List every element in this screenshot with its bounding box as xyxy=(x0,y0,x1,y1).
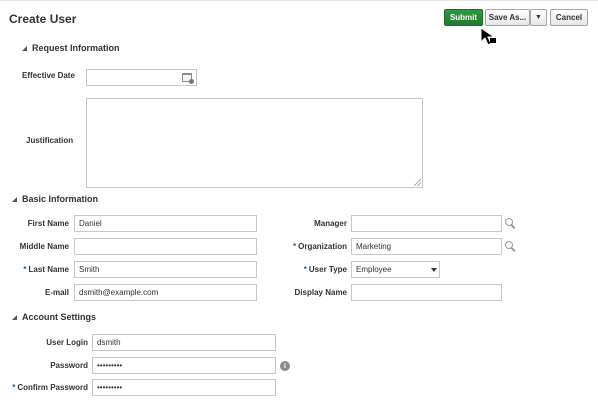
last-name-input[interactable]: Smith xyxy=(74,261,257,278)
password-label: Password xyxy=(50,361,88,370)
email-label: E-mail xyxy=(44,288,69,297)
effective-date-input[interactable] xyxy=(86,69,197,86)
mouse-cursor-icon xyxy=(480,27,496,46)
required-marker: * xyxy=(12,383,16,392)
chevron-down-icon xyxy=(431,268,437,272)
calendar-icon[interactable] xyxy=(182,73,194,84)
organization-input[interactable]: Marketing xyxy=(351,238,502,255)
justification-label: Justification xyxy=(26,136,74,145)
section-basic-information[interactable]: Basic Information xyxy=(12,194,98,204)
middle-name-input[interactable] xyxy=(74,238,257,255)
first-name-label: First Name xyxy=(27,219,69,228)
effective-date-label: Effective Date xyxy=(22,71,75,80)
user-login-input[interactable]: dsmith xyxy=(92,334,276,351)
collapse-triangle-icon xyxy=(12,314,17,320)
display-name-label: Display Name xyxy=(294,288,347,297)
middle-name-label: Middle Name xyxy=(19,242,69,251)
section-title: Account Settings xyxy=(22,312,97,322)
required-marker: * xyxy=(23,265,27,274)
section-title: Basic Information xyxy=(22,194,99,204)
submit-button[interactable]: Submit xyxy=(444,9,483,26)
cancel-button[interactable]: Cancel xyxy=(550,9,588,26)
display-name-input[interactable] xyxy=(351,284,502,301)
organization-label: * Organization xyxy=(292,242,347,251)
user-type-selected-value: Employee xyxy=(356,265,392,274)
section-title: Request Information xyxy=(32,43,120,53)
info-icon[interactable]: i xyxy=(280,361,290,371)
save-as-button[interactable]: Save As... xyxy=(485,9,530,26)
required-marker: * xyxy=(292,242,297,251)
password-input[interactable]: ••••••••• xyxy=(92,357,276,374)
resize-handle-icon[interactable] xyxy=(414,179,421,186)
search-icon[interactable] xyxy=(505,218,513,226)
manager-input[interactable] xyxy=(351,215,502,232)
save-as-menu-button[interactable]: ▼ xyxy=(530,9,547,26)
manager-label: Manager xyxy=(314,219,347,228)
email-input[interactable]: dsmith@example.com xyxy=(74,284,257,301)
section-account-settings[interactable]: Account Settings xyxy=(12,312,96,322)
top-divider xyxy=(0,0,598,1)
page-title: Create User xyxy=(9,12,77,26)
chevron-down-icon: ▼ xyxy=(535,14,542,21)
required-marker: * xyxy=(303,265,307,274)
confirm-password-label: * Confirm Password xyxy=(12,383,88,392)
last-name-label: * Last Name xyxy=(23,265,69,274)
justification-textarea[interactable] xyxy=(86,98,423,188)
collapse-triangle-icon xyxy=(22,45,27,51)
user-type-label: * User Type xyxy=(303,265,347,274)
user-login-label: User Login xyxy=(46,338,88,347)
search-icon[interactable] xyxy=(505,241,513,249)
user-type-select[interactable]: Employee xyxy=(351,261,440,278)
section-request-information[interactable]: Request Information xyxy=(22,43,120,53)
confirm-password-input[interactable]: ••••••••• xyxy=(92,379,276,396)
first-name-input[interactable]: Daniel xyxy=(74,215,257,232)
collapse-triangle-icon xyxy=(12,196,17,202)
